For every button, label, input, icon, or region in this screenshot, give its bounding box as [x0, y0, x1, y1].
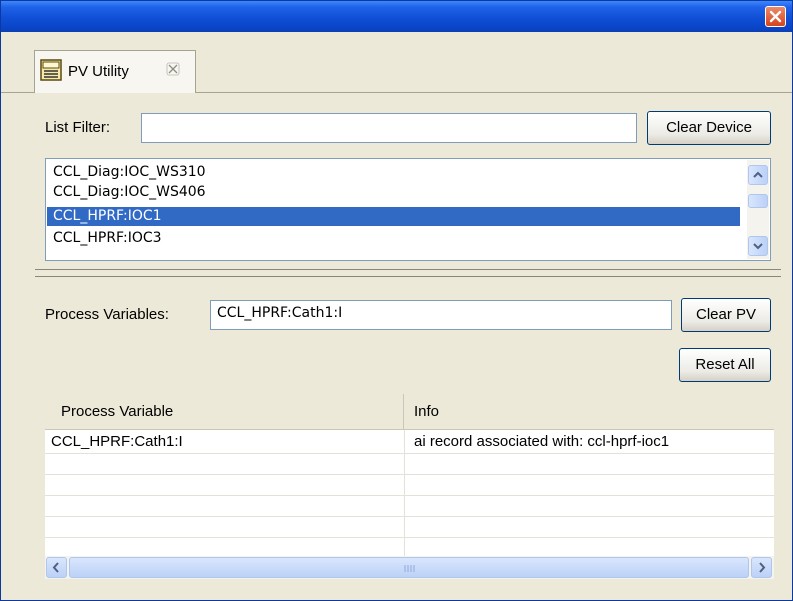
row-divider [45, 516, 774, 517]
table-horizontal-scrollbar[interactable] [45, 556, 774, 579]
process-variables-label: Process Variables: [45, 306, 169, 323]
list-item[interactable]: CCL_Diag:IOC_WS406 [47, 183, 740, 202]
list-item-selected[interactable]: CCL_HPRF:IOC1 [47, 207, 740, 226]
row-divider [45, 537, 774, 538]
process-variables-input[interactable]: CCL_HPRF:Cath1:I [210, 300, 672, 330]
chevron-up-icon [753, 171, 763, 178]
clear-device-button[interactable]: Clear Device [647, 111, 771, 145]
device-list[interactable]: CCL_Diag:IOC_WS310 CCL_Diag:IOC_WS406 CC… [45, 158, 771, 261]
scroll-thumb-horizontal[interactable] [69, 557, 749, 578]
pv-utility-window: PV Utility List Filter: Clear Device CCL… [0, 0, 793, 601]
window-close-button[interactable] [765, 6, 786, 27]
tab-label: PV Utility [68, 63, 129, 80]
tab-pv-utility[interactable]: PV Utility [34, 50, 196, 93]
chevron-right-icon [759, 562, 766, 573]
row-divider [45, 495, 774, 496]
pv-table[interactable]: Process Variable Info CCL_HPRF:Cath1:I a… [45, 394, 774, 579]
chevron-down-icon [753, 243, 763, 250]
list-filter-input[interactable] [141, 113, 637, 143]
table-cell-pv[interactable]: CCL_HPRF:Cath1:I [45, 432, 404, 452]
column-header-info[interactable]: Info [404, 394, 774, 430]
title-bar[interactable] [1, 1, 792, 32]
scroll-thumb[interactable] [748, 194, 768, 208]
list-item[interactable]: CCL_Diag:IOC_WS310 [47, 163, 740, 182]
grip-icon [404, 565, 415, 572]
row-divider [45, 453, 774, 454]
tab-close-icon[interactable] [166, 62, 180, 76]
table-cell-info[interactable]: ai record associated with: ccl-hprf-ioc1 [408, 432, 774, 452]
clear-pv-button[interactable]: Clear PV [681, 298, 771, 332]
list-item[interactable]: CCL_HPRF:IOC3 [47, 229, 740, 248]
device-list-scrollbar[interactable] [747, 160, 769, 259]
pv-utility-icon [40, 59, 62, 81]
scroll-left-button[interactable] [46, 557, 67, 578]
close-icon [769, 10, 782, 23]
chevron-left-icon [52, 562, 59, 573]
reset-all-button[interactable]: Reset All [679, 348, 771, 382]
scroll-down-button[interactable] [748, 236, 768, 256]
scroll-up-button[interactable] [748, 165, 768, 185]
column-header-process-variable[interactable]: Process Variable [45, 394, 404, 430]
list-filter-label: List Filter: [45, 119, 111, 136]
scroll-right-button[interactable] [751, 557, 772, 578]
row-divider [45, 474, 774, 475]
panel-sash[interactable] [35, 269, 781, 277]
